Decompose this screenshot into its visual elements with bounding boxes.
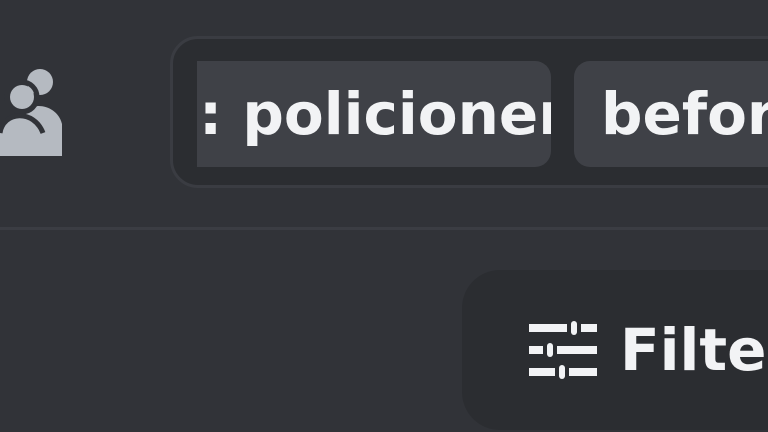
members-icon[interactable] (0, 66, 80, 156)
search-token-label: : policioner (199, 80, 551, 148)
filter-button[interactable]: Filter (462, 270, 768, 430)
filter-button-label: Filter (620, 316, 768, 384)
search-toolbar: : policioner before (0, 0, 768, 227)
sliders-icon (525, 319, 601, 381)
search-token[interactable]: before (574, 61, 768, 167)
header-divider (0, 227, 768, 230)
app-window: : policioner before Filter (0, 0, 768, 432)
search-token-label: before (601, 80, 768, 148)
search-token[interactable]: : policioner (197, 61, 551, 167)
search-input[interactable]: : policioner before (170, 36, 768, 188)
